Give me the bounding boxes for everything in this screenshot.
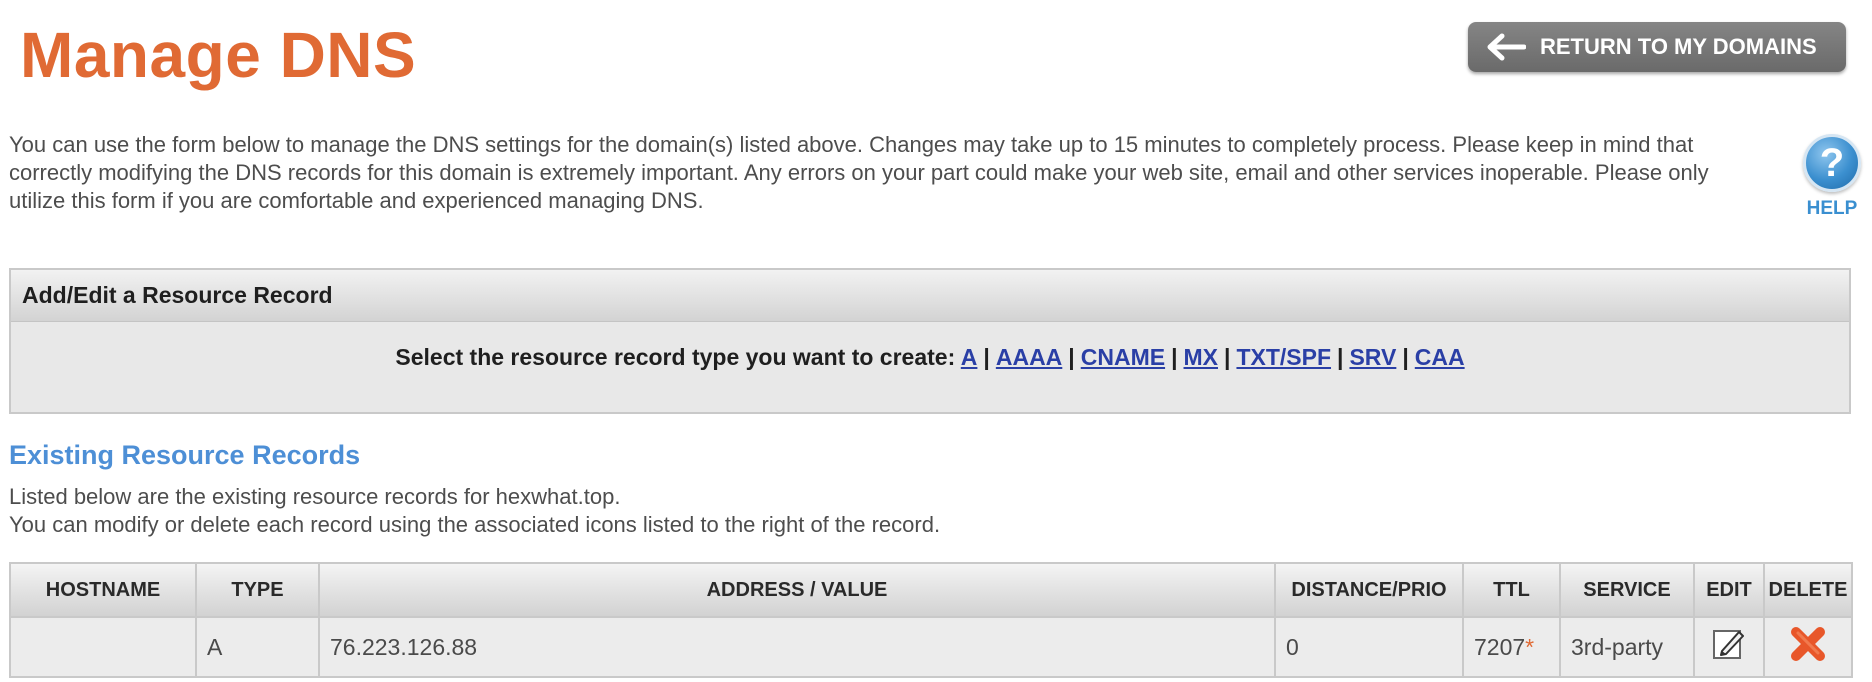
record-type-selector: Select the resource record type you want… [395,344,1465,370]
record-type-link-caa[interactable]: CAA [1415,344,1465,370]
help-label: HELP [1806,198,1858,219]
record-type-link-mx[interactable]: MX [1184,344,1219,370]
add-edit-resource-record-panel: Add/Edit a Resource Record Select the re… [9,268,1851,414]
record-type-link-a[interactable]: A [961,344,978,370]
record-type-link-cname[interactable]: CNAME [1081,344,1165,370]
column-header-hostname[interactable]: HOSTNAME [9,562,197,618]
ttl-marker: * [1525,633,1535,660]
cell-delete [1763,616,1853,678]
help-icon: ? [1803,134,1861,192]
arrow-left-icon [1487,33,1526,61]
return-to-my-domains-button[interactable]: RETURN TO MY DOMAINS [1468,22,1846,72]
return-button-label: RETURN TO MY DOMAINS [1540,34,1817,59]
record-type-link-aaaa[interactable]: AAAA [996,344,1062,370]
cell-type: A [195,616,320,678]
panel-header: Add/Edit a Resource Record [11,270,1849,322]
cell-address-value: 76.223.126.88 [318,616,1276,678]
table-row: A 76.223.126.88 0 7207* 3rd-party [9,616,1853,678]
help-button[interactable]: ? HELP [1800,134,1864,220]
cell-service: 3rd-party [1559,616,1695,678]
record-type-link-txt-spf[interactable]: TXT/SPF [1236,344,1331,370]
column-header-distance-prio[interactable]: DISTANCE/PRIO [1274,562,1464,618]
column-header-delete: DELETE [1763,562,1853,618]
column-header-address-value[interactable]: ADDRESS / VALUE [318,562,1276,618]
record-type-prompt: Select the resource record type you want… [395,344,956,370]
column-header-service[interactable]: SERVICE [1559,562,1695,618]
page-title: Manage DNS [20,19,417,91]
column-header-ttl[interactable]: TTL [1462,562,1561,618]
cell-edit [1693,616,1765,678]
table-header-row: HOSTNAME TYPE ADDRESS / VALUE DISTANCE/P… [9,562,1853,618]
cell-ttl: 7207* [1462,616,1561,678]
records-table: HOSTNAME TYPE ADDRESS / VALUE DISTANCE/P… [9,562,1853,678]
intro-text: You can use the form below to manage the… [9,132,1709,213]
column-header-type[interactable]: TYPE [195,562,320,618]
cell-distance: 0 [1274,616,1464,678]
ttl-value: 7207 [1474,633,1526,660]
existing-records-title: Existing Resource Records [9,440,361,470]
record-type-link-srv[interactable]: SRV [1349,344,1396,370]
edit-icon[interactable] [1712,627,1746,667]
existing-desc-line-1: Listed below are the existing resource r… [9,484,621,509]
column-header-edit: EDIT [1693,562,1765,618]
cell-hostname [9,616,197,678]
existing-desc-line-2: You can modify or delete each record usi… [9,512,941,537]
delete-icon[interactable] [1788,624,1828,670]
existing-records-description: Listed below are the existing resource r… [9,483,940,539]
